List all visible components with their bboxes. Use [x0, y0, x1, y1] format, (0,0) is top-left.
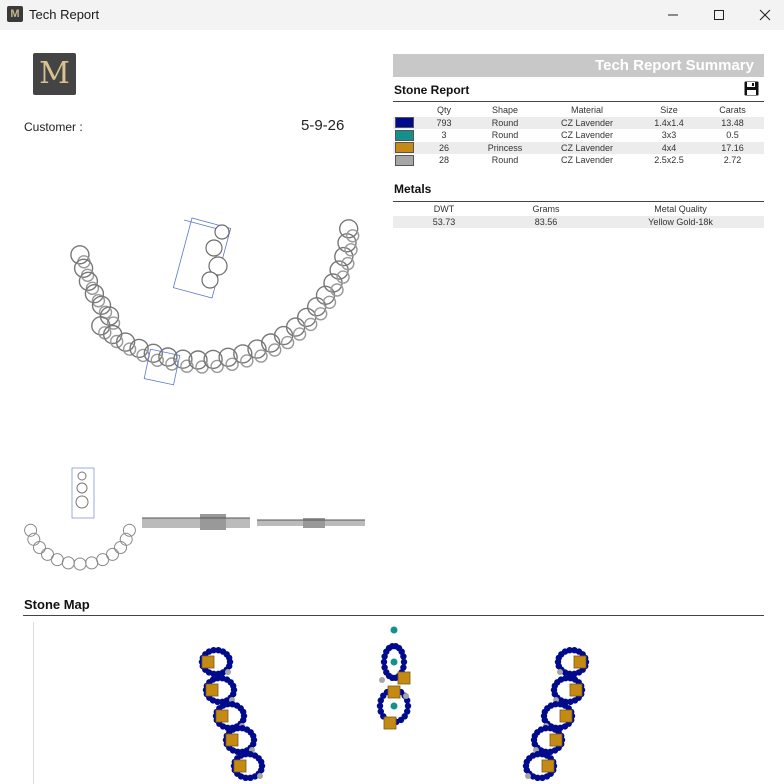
close-icon [759, 9, 771, 21]
necklace-render-main [70, 217, 360, 386]
table-row[interactable]: 3 Round CZ Lavender 3x3 0.5 [393, 129, 764, 142]
column-header: Grams [532, 204, 560, 215]
shape-cell: Round [491, 130, 519, 141]
table-row[interactable]: 26 Princess CZ Lavender 4x4 17.16 [393, 141, 764, 154]
carats-cell: 17.16 [721, 142, 744, 153]
maximize-icon [714, 10, 724, 20]
qty-cell: 26 [438, 142, 449, 153]
report-date: 5-9-26 [301, 117, 345, 134]
stone-report-heading: Stone Report [394, 83, 470, 97]
material-cell: CZ Lavender [560, 142, 614, 153]
table-header-row: Qty Shape Material Size Carats [393, 104, 764, 117]
shape-cell: Round [491, 155, 519, 166]
minimize-icon [668, 14, 678, 16]
grams-cell: 83.56 [534, 216, 558, 227]
qty-cell: 28 [438, 155, 449, 166]
stone-map-heading: Stone Map [24, 597, 90, 612]
stone-color-swatch [394, 142, 414, 154]
qty-cell: 3 [441, 130, 447, 141]
column-header: Metal Quality [654, 204, 707, 215]
stone-report-table: Qty Shape Material Size Carats 793 Round… [393, 104, 764, 167]
column-header: Qty [436, 105, 451, 116]
app-logo-icon [7, 6, 23, 22]
dwt-cell: 53.73 [432, 216, 456, 227]
stone-report-divider [393, 101, 764, 102]
thumbnail-side-view[interactable] [140, 462, 252, 582]
logo-letter: M [39, 56, 70, 91]
carats-cell: 0.5 [726, 130, 739, 141]
summary-title: Tech Report Summary [595, 57, 754, 74]
stone-map-diagram [198, 626, 590, 781]
column-header: Shape [491, 105, 519, 116]
carats-cell: 2.72 [723, 155, 742, 166]
shape-cell: Princess [487, 142, 523, 153]
carats-cell: 13.48 [721, 117, 744, 128]
thumbnail-front-view[interactable] [24, 462, 136, 582]
table-row[interactable]: 28 Round CZ Lavender 2.5x2.5 2.72 [393, 154, 764, 167]
stone-color-swatch [394, 117, 414, 129]
size-cell: 4x4 [661, 142, 677, 153]
swatch-header [393, 104, 415, 117]
column-header: DWT [433, 204, 455, 215]
window-title: Tech Report [29, 7, 100, 22]
summary-banner: Tech Report Summary [393, 54, 764, 77]
metals-table: DWT Grams Metal Quality 53.73 83.56 Yell… [393, 203, 764, 228]
material-cell: CZ Lavender [560, 117, 614, 128]
qty-cell: 793 [436, 117, 452, 128]
maximize-button[interactable] [696, 0, 742, 30]
material-cell: CZ Lavender [560, 130, 614, 141]
save-icon[interactable] [744, 81, 759, 96]
size-cell: 1.4x1.4 [654, 117, 684, 128]
thumbnail-top-view[interactable] [255, 462, 367, 582]
metals-divider [393, 201, 764, 202]
close-button[interactable] [742, 0, 784, 30]
column-header: Size [660, 105, 678, 116]
size-cell: 2.5x2.5 [654, 155, 684, 166]
size-cell: 3x3 [661, 130, 677, 141]
table-row[interactable]: 793 Round CZ Lavender 1.4x1.4 13.48 [393, 116, 764, 129]
metals-heading: Metals [394, 182, 432, 196]
metal-quality-cell: Yellow Gold-18k [648, 216, 713, 227]
window-titlebar: Tech Report [0, 0, 784, 30]
material-cell: CZ Lavender [560, 155, 614, 166]
company-logo: M [33, 53, 76, 95]
shape-cell: Round [491, 117, 519, 128]
table-row[interactable]: 53.73 83.56 Yellow Gold-18k [393, 215, 764, 228]
stone-color-swatch [394, 129, 414, 141]
column-header: Material [570, 105, 603, 116]
stone-color-swatch [394, 154, 414, 166]
column-header: Carats [719, 105, 746, 116]
table-header-row: DWT Grams Metal Quality [393, 203, 764, 216]
customer-label: Customer : [24, 120, 83, 134]
minimize-button[interactable] [650, 0, 696, 30]
stone-map-divider [23, 615, 764, 616]
